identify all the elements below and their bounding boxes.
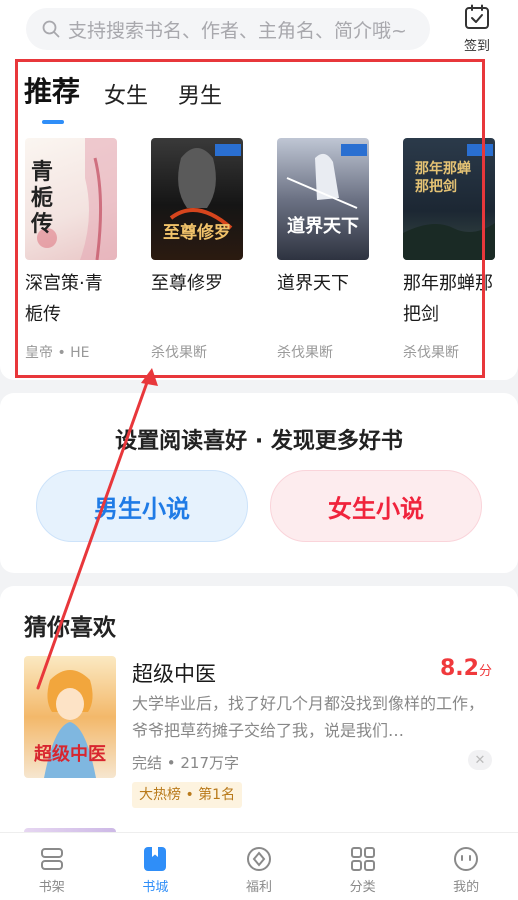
nav-profile[interactable]: 我的 bbox=[414, 833, 518, 900]
bottom-nav: 书架 书城 福利 分类 我的 bbox=[0, 832, 518, 900]
nav-bookshelf[interactable]: 书架 bbox=[0, 833, 104, 900]
book-meta: 完结 • 217万字 bbox=[132, 754, 240, 772]
book-title[interactable]: 超级中医 bbox=[132, 658, 216, 688]
search-bar[interactable]: 支持搜索书名、作者、主角名、简介哦~ bbox=[26, 8, 430, 50]
book-description: 大学毕业后，找了好几个月都没找到像样的工作，爷爷把草药摊子交给了我，说是我们… bbox=[132, 694, 485, 740]
search-icon bbox=[42, 20, 60, 38]
rank-badge: 大热榜 • 第1名 bbox=[132, 782, 243, 808]
reading-preference-card: 设置阅读喜好 · 发现更多好书 男生小说 女生小说 bbox=[0, 393, 518, 573]
male-novel-button[interactable]: 男生小说 bbox=[36, 470, 248, 542]
female-novel-button[interactable]: 女生小说 bbox=[270, 470, 482, 542]
guess-you-like-section: 猜你喜欢 超级中医 超级中医 8.2分 大学毕业后，找了好几个月都没找到像样的工… bbox=[0, 586, 518, 848]
bookstore-icon bbox=[144, 847, 167, 871]
nav-welfare[interactable]: 福利 bbox=[207, 833, 311, 900]
profile-face-icon bbox=[454, 847, 479, 871]
dismiss-button[interactable]: ✕ bbox=[468, 750, 492, 770]
nav-label: 书城 bbox=[142, 880, 169, 895]
search-placeholder: 支持搜索书名、作者、主角名、简介哦~ bbox=[68, 19, 407, 42]
nav-bookstore[interactable]: 书城 bbox=[104, 833, 208, 900]
book-score: 8.2分 bbox=[440, 656, 492, 681]
book-cover[interactable]: 超级中医 bbox=[24, 656, 116, 778]
category-grid-icon bbox=[350, 847, 375, 871]
section-title: 猜你喜欢 bbox=[24, 615, 116, 641]
signin-button[interactable]: 签到 bbox=[456, 4, 498, 54]
bookshelf-icon bbox=[40, 848, 63, 870]
highlight-box bbox=[15, 59, 485, 378]
welfare-icon bbox=[246, 847, 271, 871]
nav-label: 分类 bbox=[349, 880, 376, 895]
close-icon: ✕ bbox=[474, 752, 486, 768]
nav-label: 福利 bbox=[245, 880, 272, 895]
nav-label: 书架 bbox=[38, 880, 65, 895]
nav-category[interactable]: 分类 bbox=[311, 833, 415, 900]
nav-label: 我的 bbox=[453, 880, 480, 895]
signin-label: 签到 bbox=[463, 39, 490, 54]
cover-title: 超级中医 bbox=[34, 744, 106, 765]
preference-title: 设置阅读喜好 · 发现更多好书 bbox=[115, 429, 403, 454]
calendar-check-icon bbox=[465, 4, 489, 29]
